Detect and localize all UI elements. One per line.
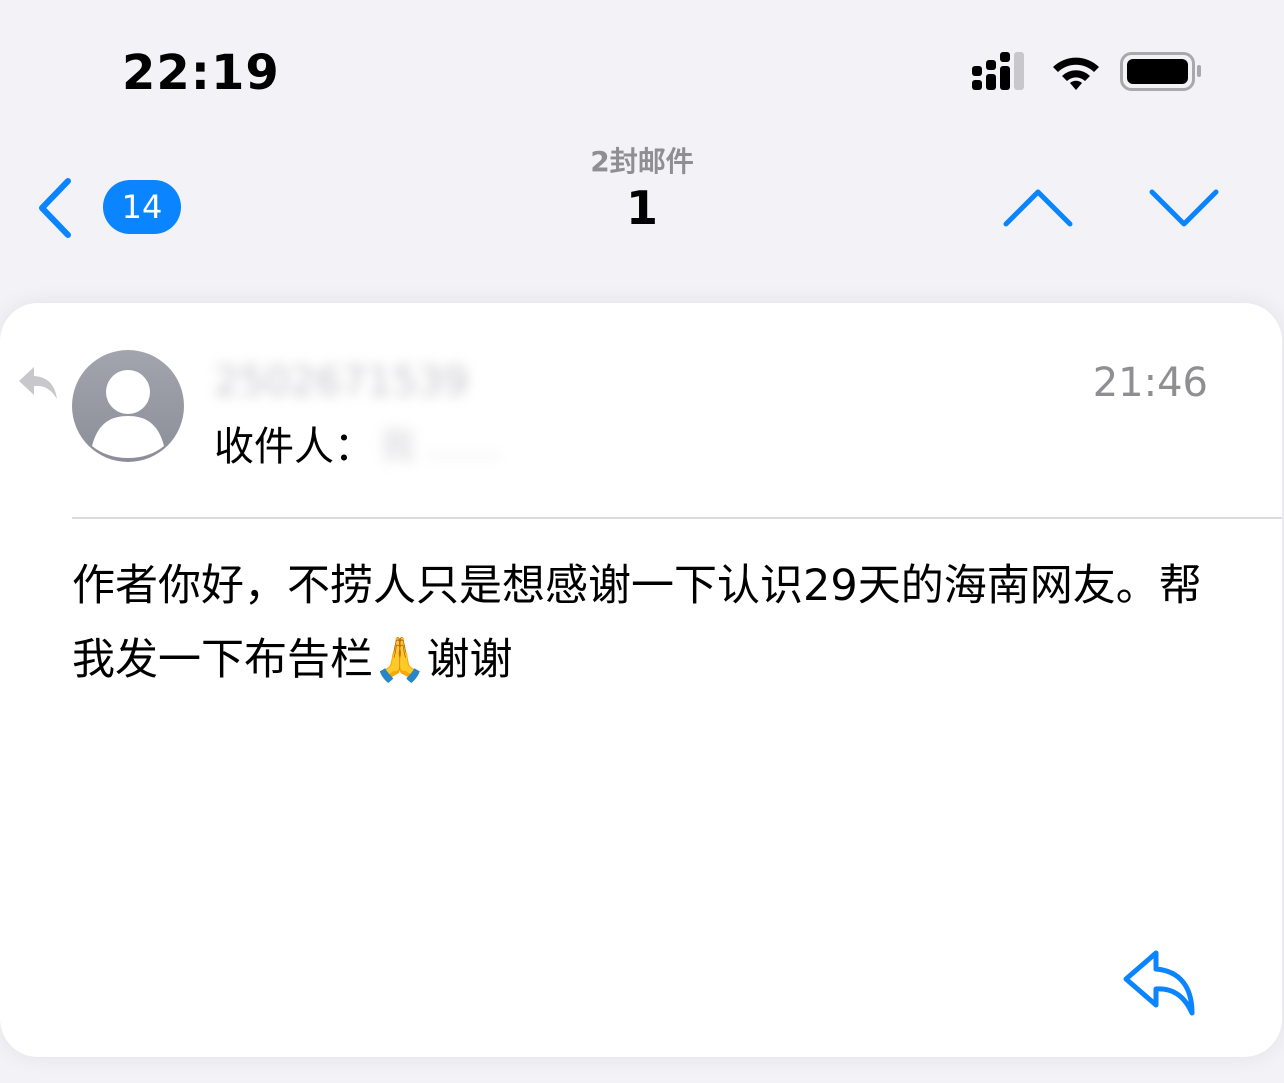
- unread-count-badge[interactable]: 14: [103, 180, 181, 234]
- header-divider: [72, 517, 1282, 519]
- replied-arrow-icon: [19, 367, 57, 399]
- chevron-down-icon[interactable]: [1146, 180, 1222, 236]
- cellular-signal-icon: [972, 52, 1024, 90]
- chevron-up-icon[interactable]: [1000, 180, 1076, 236]
- avatar[interactable]: [72, 350, 184, 462]
- chevron-left-icon[interactable]: [30, 175, 86, 241]
- sender-name[interactable]: 2502671539: [214, 355, 544, 409]
- wifi-icon: [1053, 57, 1099, 90]
- thread-current-index: 1: [625, 181, 658, 235]
- status-bar-time: 22:19: [122, 45, 280, 101]
- thread-message-count: 2封邮件: [590, 145, 694, 178]
- message-card: 2502671539 21:46 收件人： 我 …… 作者你好，不捞人只是想感谢…: [0, 303, 1282, 1057]
- message-time: 21:46: [1092, 360, 1208, 406]
- status-bar-icons: [972, 52, 1201, 91]
- recipient-row[interactable]: 收件人： 我 ……: [214, 421, 499, 473]
- reply-icon[interactable]: [1120, 945, 1200, 1021]
- battery-icon: [1120, 52, 1201, 91]
- person-icon: [92, 370, 164, 458]
- message-body: 作者你好，不捞人只是想感谢一下认识29天的海南网友。帮我发一下布告栏🙏谢谢: [72, 561, 1202, 685]
- recipient-label: 收件人：: [214, 424, 374, 470]
- recipient-value: 我 ……: [380, 426, 500, 467]
